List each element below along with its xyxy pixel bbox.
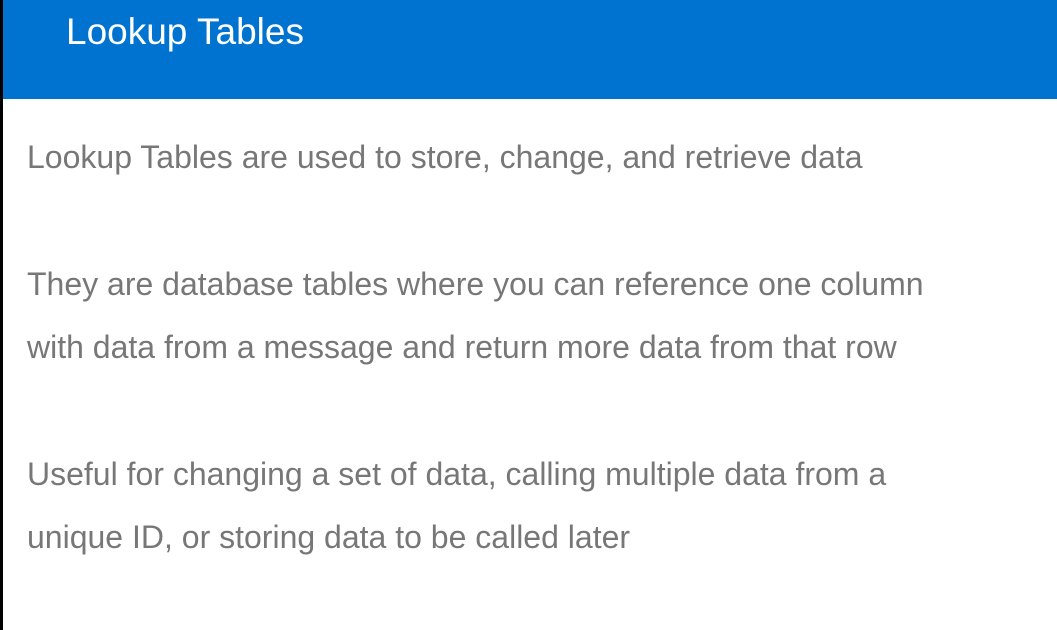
paragraph-purpose: Lookup Tables are used to store, change,…	[27, 126, 863, 189]
title-bar: Lookup Tables	[3, 0, 1057, 99]
paragraph-uses: Useful for changing a set of data, calli…	[27, 443, 886, 569]
paragraph-line: They are database tables where you can r…	[27, 266, 924, 302]
paragraph-definition: They are database tables where you can r…	[27, 253, 924, 379]
paragraph-line: with data from a message and return more…	[27, 329, 897, 365]
paragraph-line: Useful for changing a set of data, calli…	[27, 456, 887, 492]
paragraph-line: Lookup Tables are used to store, change,…	[27, 139, 863, 175]
slide-title: Lookup Tables	[66, 11, 304, 52]
paragraph-line: unique ID, or storing data to be called …	[27, 519, 631, 555]
